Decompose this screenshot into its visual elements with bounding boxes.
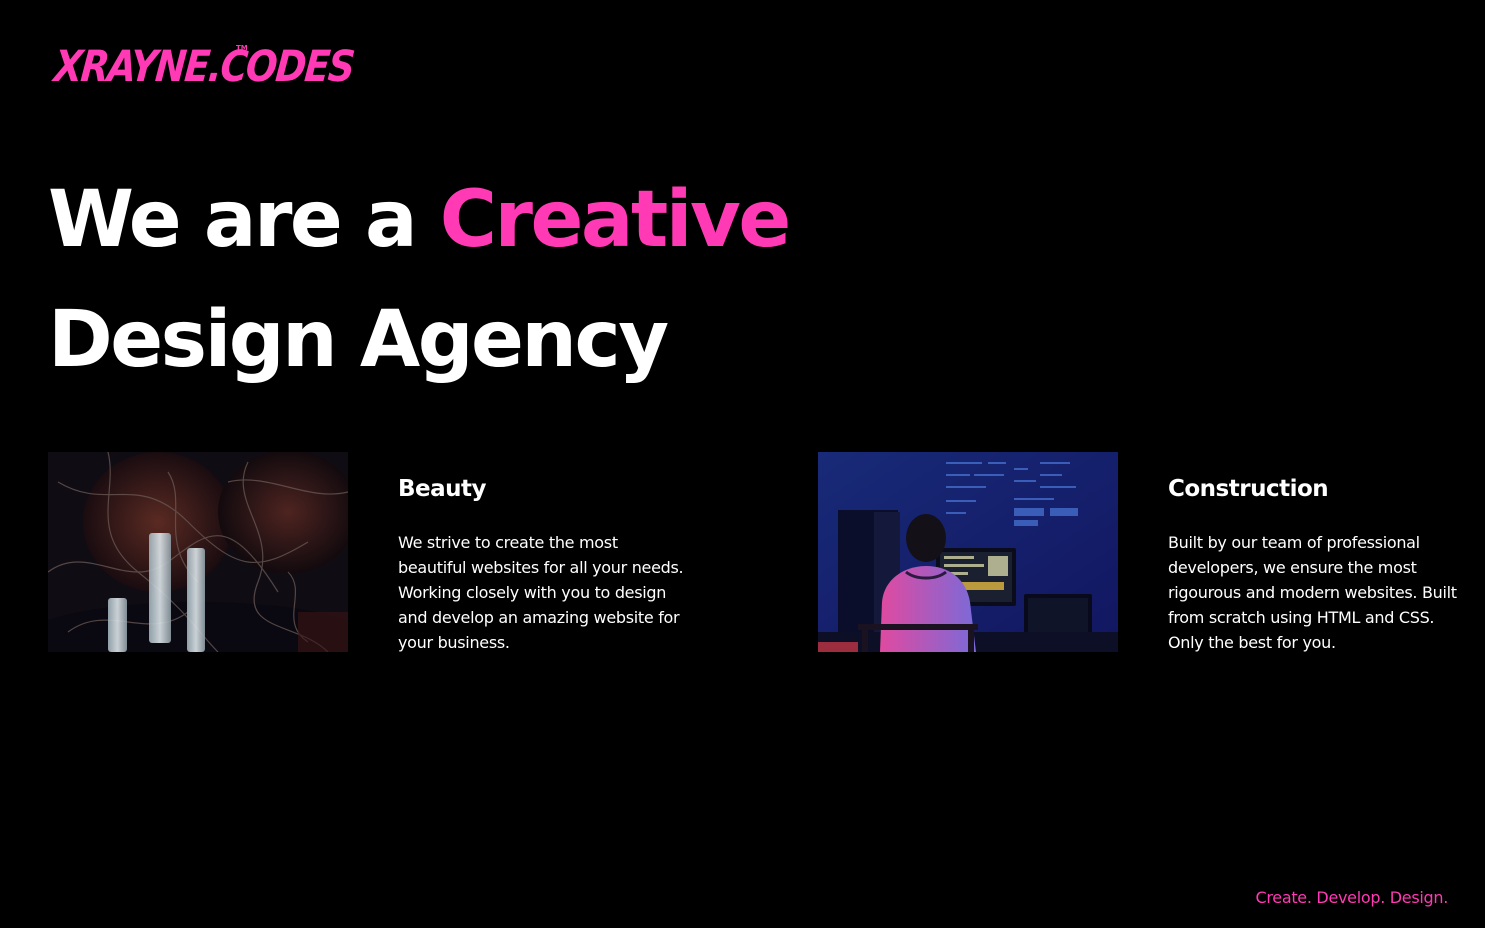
hero-prefix: We are a	[48, 175, 440, 265]
beauty-image	[48, 452, 348, 652]
beauty-title: Beauty	[398, 476, 487, 502]
logo: XRAYNE.CODES	[52, 42, 356, 92]
hero-line-2: Design Agency	[48, 295, 669, 385]
construction-card-text: Construction Built by our team of profes…	[1168, 472, 1458, 655]
logo-link[interactable]: XRAYNE.CODES	[52, 36, 400, 92]
hero-heading: We are a Creative Design Agency	[48, 160, 792, 400]
trademark-symbol: TM	[236, 44, 248, 52]
footer-tagline: Create. Develop. Design.	[1255, 888, 1448, 907]
construction-image	[818, 452, 1118, 652]
beauty-description: We strive to create the most beautiful w…	[398, 533, 684, 652]
construction-description: Built by our team of professional develo…	[1168, 533, 1457, 652]
hero-accent-word: Creative	[439, 175, 792, 265]
construction-title: Construction	[1168, 476, 1329, 502]
hero-line-1: We are a Creative	[48, 160, 792, 280]
beauty-card-text: Beauty We strive to create the most beau…	[398, 472, 688, 655]
